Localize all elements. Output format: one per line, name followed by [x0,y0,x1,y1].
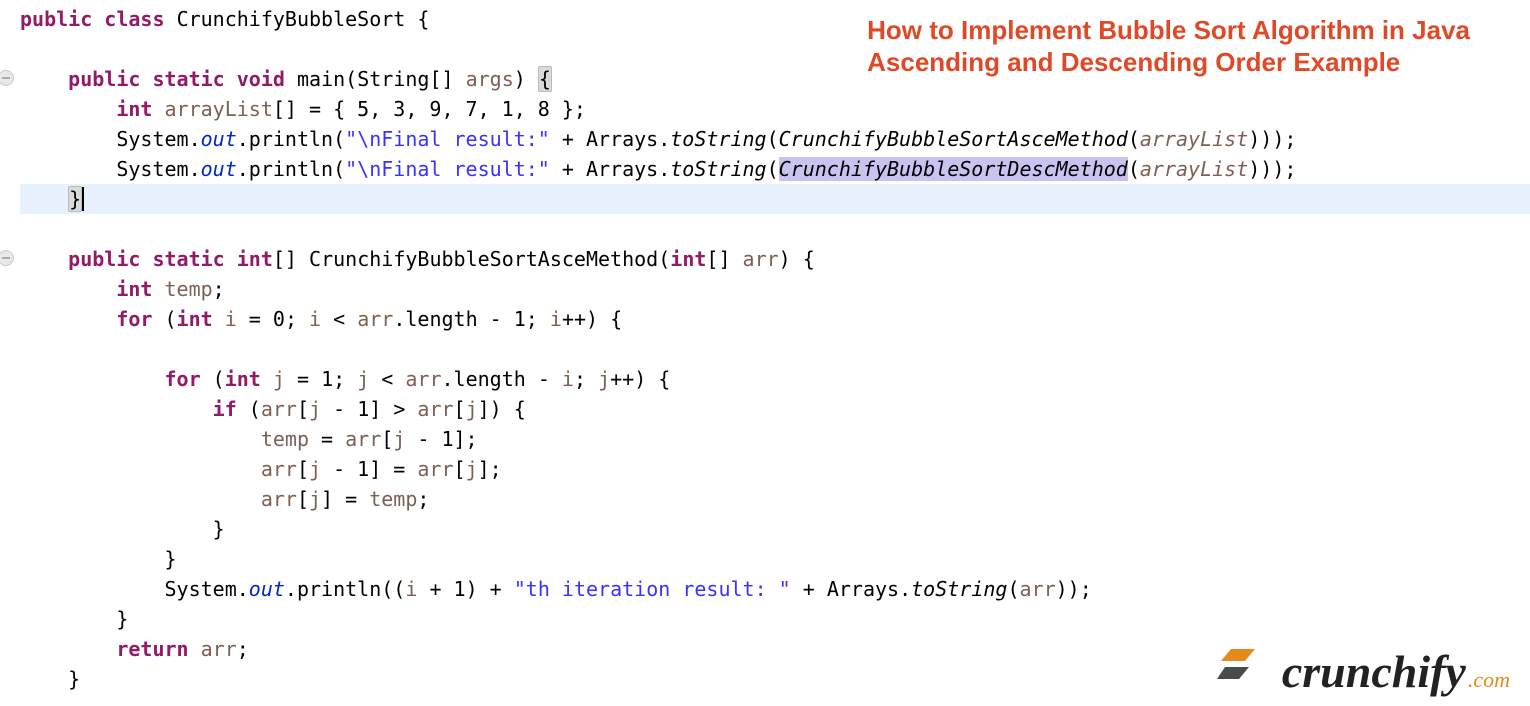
var-temp: temp [261,427,309,451]
code-block[interactable]: public class CrunchifyBubbleSort { publi… [20,4,1530,694]
id-arrays: Arrays [586,127,658,151]
method-main: main [297,67,345,91]
var-temp: temp [165,277,213,301]
var-j: j [598,367,610,391]
param-arr: arr [743,247,779,271]
brace-match: { [538,66,552,92]
annotation-overlay: How to Implement Bubble Sort Algorithm i… [867,14,1470,78]
var-arr: arr [261,487,297,511]
keyword-class: class [104,7,164,31]
method-tostring: toString [670,157,766,181]
id-arrays: Arrays [586,157,658,181]
var-arr: arr [345,427,381,451]
var-i: i [550,307,562,331]
lit-one: 1 [454,577,466,601]
logo-icon [1216,643,1278,687]
class-name: CrunchifyBubbleSort [177,7,406,31]
method-println: println [249,157,333,181]
keyword-static: static [152,67,224,91]
selection-desc-method: CrunchifyBubbleSortDescMethod [779,157,1128,181]
str-iter-result: "th iteration result: " [514,577,791,601]
type-string-array: String[] [357,67,453,91]
call-desc-method: CrunchifyBubbleSortDescMethod [779,157,1128,181]
id-system: System [116,127,188,151]
var-arr: arr [357,307,393,331]
keyword-int: int [177,307,213,331]
annotation-line-1: How to Implement Bubble Sort Algorithm i… [867,14,1470,46]
var-j: j [273,367,285,391]
var-arrayList-decl: arrayList [165,97,273,121]
str-final-result: "\nFinal result:" [345,157,550,181]
keyword-int: int [237,247,273,271]
call-asce-method: CrunchifyBubbleSortAsceMethod [779,127,1128,151]
str-final-result: "\nFinal result:" [345,127,550,151]
keyword-public: public [68,67,140,91]
keyword-int: int [116,277,152,301]
lit-one: 1 [357,397,369,421]
code-editor[interactable]: How to Implement Bubble Sort Algorithm i… [0,0,1530,706]
id-system: System [116,157,188,181]
field-length: length [454,367,526,391]
var-j: j [466,457,478,481]
var-j: j [357,367,369,391]
keyword-int: int [225,367,261,391]
keyword-static: static [152,247,224,271]
arg-arrayList: arrayList [1140,127,1248,151]
var-i: i [405,577,417,601]
var-j: j [466,397,478,421]
method-tostring: toString [670,127,766,151]
var-temp: temp [369,487,417,511]
var-arr: arr [417,397,453,421]
var-i: i [309,307,321,331]
method-println: println [297,577,381,601]
var-arr: arr [1020,577,1056,601]
crunchify-logo: crunchify .com [1216,643,1510,698]
current-line-highlight: } [20,184,1530,214]
logo-suffix: .com [1468,667,1510,693]
field-out: out [201,127,237,151]
keyword-if: if [213,397,237,421]
field-length: length [405,307,477,331]
text-cursor [82,187,84,211]
lit-one: 1 [441,427,453,451]
id-system: System [165,577,237,601]
var-arr: arr [261,457,297,481]
keyword-public: public [68,247,140,271]
id-arrays: Arrays [827,577,899,601]
lit-one: 1 [321,367,333,391]
var-arr: arr [417,457,453,481]
param-args: args [466,67,514,91]
lit-zero: 0 [273,307,285,331]
keyword-int: int [116,97,152,121]
lit-one: 1 [357,457,369,481]
method-tostring: toString [911,577,1007,601]
var-arr: arr [405,367,441,391]
keyword-return: return [116,637,188,661]
brace-match: } [68,186,82,212]
method-asce-decl: CrunchifyBubbleSortAsceMethod [309,247,658,271]
var-j: j [309,397,321,421]
annotation-line-2: Ascending and Descending Order Example [867,46,1470,78]
keyword-int: int [670,247,706,271]
lit-one: 1 [514,307,526,331]
var-i: i [225,307,237,331]
fold-marker-icon[interactable] [0,250,14,266]
var-arr: arr [261,397,297,421]
var-arr: arr [201,637,237,661]
arg-arrayList: arrayList [1140,157,1248,181]
keyword-for: for [165,367,201,391]
field-out: out [201,157,237,181]
var-j: j [309,457,321,481]
fold-marker-icon[interactable] [0,70,14,86]
keyword-for: for [116,307,152,331]
var-j: j [309,487,321,511]
field-out: out [249,577,285,601]
var-i: i [562,367,574,391]
keyword-void: void [237,67,285,91]
var-j: j [393,427,405,451]
logo-word: crunchify [1282,645,1466,698]
method-println: println [249,127,333,151]
array-init: { 5, 3, 9, 7, 1, 8 } [333,97,574,121]
keyword-public: public [20,7,92,31]
